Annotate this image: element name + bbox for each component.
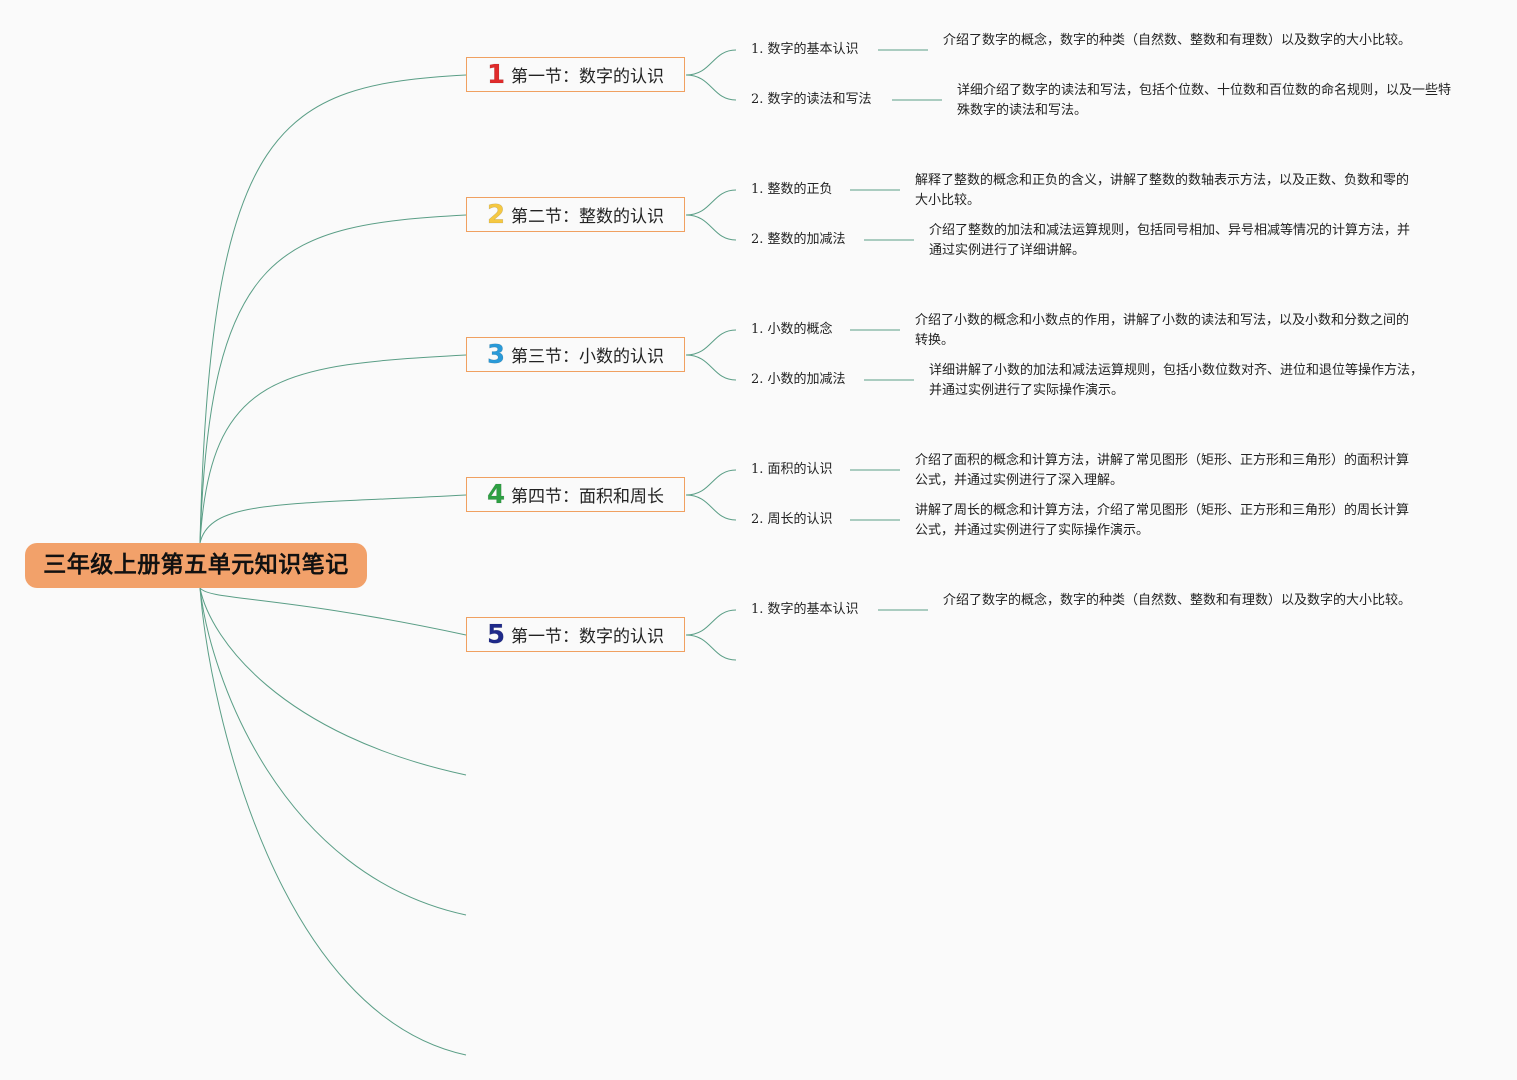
section-3-branch-1: [685, 329, 737, 356]
section-1-branch-1: [685, 49, 737, 76]
section-1-item-1-label[interactable]: 1. 数字的基本认识: [751, 41, 859, 59]
section-2-item-1-description: 解释了整数的概念和正负的含义，讲解了整数的数轴表示方法，以及正数、负数和零的大小…: [915, 173, 1410, 208]
root-branch-5: [199, 587, 467, 636]
section-2-topic[interactable]: 2 第二节：整数的认识: [466, 197, 685, 232]
section-4-item-1-description: 介绍了面积的概念和计算方法，讲解了常见图形（矩形、正方形和三角形）的面积计算公式…: [915, 453, 1410, 488]
section-5-item-1-label[interactable]: 1. 数字的基本认识: [751, 601, 859, 619]
section-3-item-2-description: 详细讲解了小数的加法和减法运算规则，包括小数位数对齐、进位和退位等操作方法，并通…: [929, 363, 1424, 398]
section-3-item-2-label[interactable]: 2. 小数的加减法: [751, 371, 846, 389]
root-topic[interactable]: 三年级上册第五单元知识笔记: [25, 543, 367, 588]
section-2-item-2-label[interactable]: 2. 整数的加减法: [751, 231, 846, 249]
section-5-item-1-description: 介绍了数字的概念，数字的种类（自然数、整数和有理数）以及数字的大小比较。: [943, 593, 1412, 608]
section-5-branch-2: [685, 634, 737, 661]
section-2-item-1-label[interactable]: 1. 整数的正负: [751, 181, 833, 199]
section-1-item-2-description: 详细介绍了数字的读法和写法，包括个位数、十位数和百位数的命名规则，以及一些特殊数…: [957, 83, 1452, 118]
section-2-title: 第二节：整数的认识: [511, 207, 664, 227]
section-1-item-1-description: 介绍了数字的概念，数字的种类（自然数、整数和有理数）以及数字的大小比较。: [943, 33, 1412, 48]
section-4-topic[interactable]: 4 第四节：面积和周长: [466, 477, 685, 512]
section-1-item-2-label[interactable]: 2. 数字的读法和写法: [751, 91, 872, 109]
section-3-title: 第三节：小数的认识: [511, 347, 664, 367]
section-3-topic[interactable]: 3 第三节：小数的认识: [466, 337, 685, 372]
section-4-item-2-description: 讲解了周长的概念和计算方法，介绍了常见图形（矩形、正方形和三角形）的周长计算公式…: [915, 503, 1410, 538]
section-4-branch-1: [685, 469, 737, 496]
root-branch-1: [199, 74, 467, 544]
section-4-item-1-label[interactable]: 1. 面积的认识: [751, 461, 833, 479]
section-5-branch-1: [685, 609, 737, 636]
mind-map-canvas: 三年级上册第五单元知识笔记 1 第一节：数字的认识 1. 数字的基本认识 介绍了…: [0, 0, 1517, 1080]
root-branch-8: [199, 587, 467, 1056]
root-branch-2: [199, 214, 467, 544]
root-branch-4: [199, 494, 467, 544]
section-3-number: 3: [486, 339, 506, 370]
section-2-branch-2: [685, 214, 737, 241]
root-branch-6: [199, 587, 467, 776]
section-3-item-1-label[interactable]: 1. 小数的概念: [751, 321, 833, 339]
section-5-topic[interactable]: 5 第一节：数字的认识: [466, 617, 685, 652]
section-1-branch-2: [685, 74, 737, 101]
section-1-number: 1: [486, 59, 506, 90]
section-3-item-1-description: 介绍了小数的概念和小数点的作用，讲解了小数的读法和写法，以及小数和分数之间的转换…: [915, 313, 1410, 348]
section-4-branch-2: [685, 494, 737, 521]
section-5-title: 第一节：数字的认识: [511, 627, 664, 647]
section-2-number: 2: [486, 199, 506, 230]
section-2-branch-1: [685, 189, 737, 216]
section-3-branch-2: [685, 354, 737, 381]
root-branch-3: [199, 354, 467, 544]
section-2-item-2-description: 介绍了整数的加法和减法运算规则，包括同号相加、异号相减等情况的计算方法，并通过实…: [929, 223, 1411, 258]
section-4-item-2-label[interactable]: 2. 周长的认识: [751, 511, 833, 529]
section-1-title: 第一节：数字的认识: [511, 67, 664, 87]
section-5-number: 5: [486, 619, 506, 650]
root-branch-7: [199, 587, 467, 916]
section-1-topic[interactable]: 1 第一节：数字的认识: [466, 57, 685, 92]
section-4-number: 4: [486, 479, 506, 510]
section-4-title: 第四节：面积和周长: [511, 487, 664, 507]
